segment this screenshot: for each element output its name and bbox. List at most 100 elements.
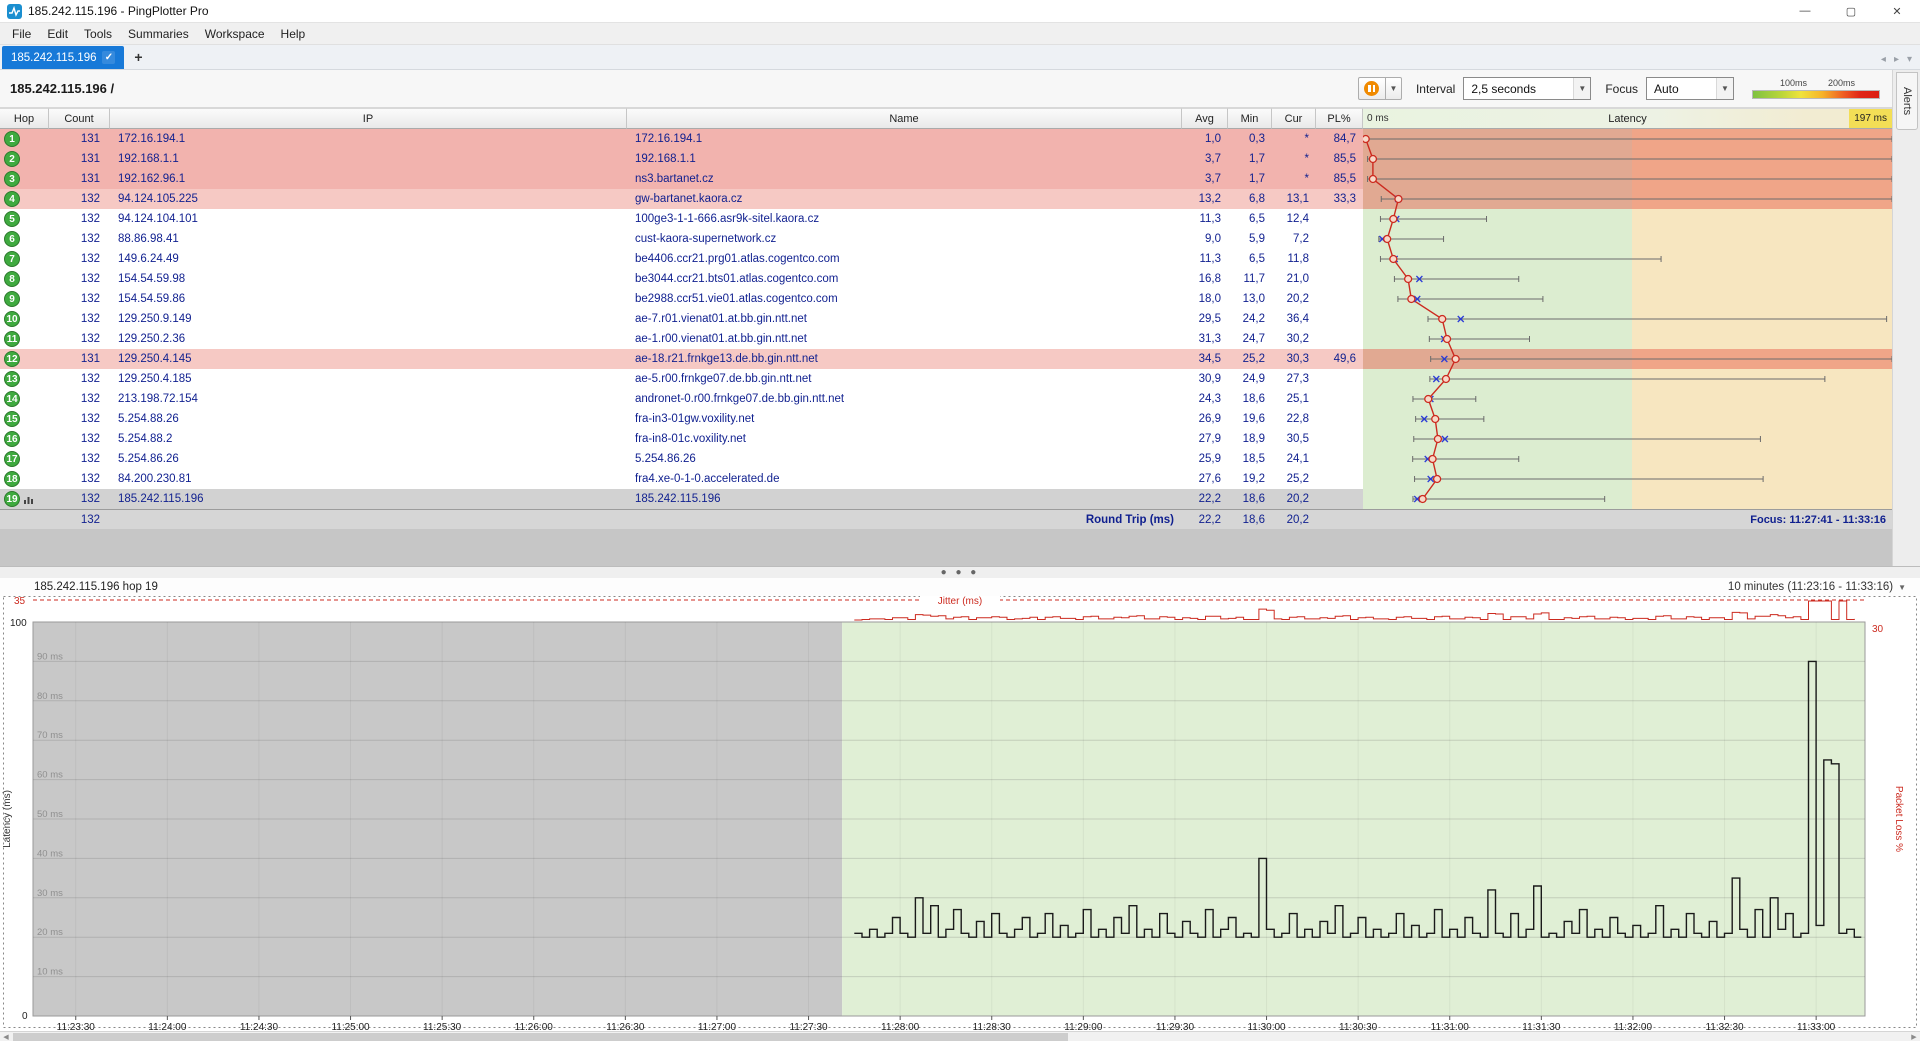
name-cell: ae-7.r01.vienat01.at.bb.gin.ntt.net (627, 309, 1182, 329)
column-pl[interactable]: PL% (1316, 108, 1363, 129)
trace-row-hop-6[interactable]: 613288.86.98.41cust-kaora-supernetwork.c… (0, 229, 1892, 249)
column-count[interactable]: Count (49, 108, 110, 129)
tab-scroll-right-icon[interactable]: ▸ (1894, 54, 1899, 65)
count-cell: 132 (49, 449, 110, 469)
pl-cell: 49,6 (1316, 349, 1363, 369)
maximize-button[interactable]: ▢ (1828, 0, 1874, 23)
trace-row-hop-16[interactable]: 161325.254.88.2fra-in8-01c.voxility.net2… (0, 429, 1892, 449)
trace-table-panel: Hop Count IP Name Avg Min Cur PL% 0 ms L… (0, 108, 1892, 529)
trace-row-hop-15[interactable]: 151325.254.88.26fra-in3-01gw.voxility.ne… (0, 409, 1892, 429)
svg-text:11:25:00: 11:25:00 (331, 1022, 370, 1031)
tab-scroll-left-icon[interactable]: ◂ (1881, 54, 1886, 65)
menu-help[interactable]: Help (273, 24, 314, 44)
menu-tools[interactable]: Tools (76, 24, 120, 44)
avg-cell: 3,7 (1182, 149, 1228, 169)
trace-row-hop-2[interactable]: 2131192.168.1.1192.168.1.13,71,7*85,5 (0, 149, 1892, 169)
hop-number-badge: 19 (4, 491, 20, 507)
menu-file[interactable]: File (4, 24, 39, 44)
app-icon (7, 4, 22, 19)
trace-row-hop-18[interactable]: 1813284.200.230.81fra4.xe-0-1-0.accelera… (0, 469, 1892, 489)
name-cell: be3044.ccr21.bts01.atlas.cogentco.com (627, 269, 1182, 289)
cur-cell: 25,2 (1272, 469, 1316, 489)
trace-row-hop-13[interactable]: 13132129.250.4.185ae-5.r00.frnkge07.de.b… (0, 369, 1892, 389)
trace-row-hop-1[interactable]: 1131172.16.194.1172.16.194.11,00,3*84,7 (0, 129, 1892, 149)
legend-100ms-label: 100ms (1780, 78, 1807, 88)
latency-cell (1363, 429, 1892, 449)
hop-cell: 4 (0, 189, 49, 209)
trace-row-hop-19[interactable]: 19132185.242.115.196185.242.115.19622,21… (0, 489, 1892, 509)
hop-number-badge: 1 (4, 131, 20, 147)
column-cur[interactable]: Cur (1272, 108, 1316, 129)
svg-text:11:24:00: 11:24:00 (148, 1022, 187, 1031)
trace-row-hop-11[interactable]: 11132129.250.2.36ae-1.r00.vienat01.at.bb… (0, 329, 1892, 349)
new-tab-button[interactable]: + (127, 47, 149, 67)
column-avg[interactable]: Avg (1182, 108, 1228, 129)
graph-header: 185.242.115.196 hop 19 10 minutes (11:23… (0, 578, 1920, 596)
trace-row-hop-12[interactable]: 12131129.250.4.145ae-18.r21.frnkge13.de.… (0, 349, 1892, 369)
ip-cell: 129.250.4.185 (110, 369, 627, 389)
trace-row-hop-10[interactable]: 10132129.250.9.149ae-7.r01.vienat01.at.b… (0, 309, 1892, 329)
pause-dropdown-button[interactable]: ▼ (1386, 77, 1402, 100)
horizontal-scrollbar[interactable]: ◀ ▶ (0, 1031, 1920, 1041)
svg-text:40 ms: 40 ms (37, 848, 63, 859)
legend-gradient-bar (1752, 90, 1880, 99)
trace-row-hop-17[interactable]: 171325.254.86.265.254.86.2625,918,524,1 (0, 449, 1892, 469)
scrollbar-thumb[interactable] (13, 1033, 1068, 1041)
hop-cell: 17 (0, 449, 49, 469)
window-controls: — ▢ ✕ (1782, 0, 1920, 23)
min-cell: 18,6 (1228, 489, 1272, 509)
latency-timeline-chart[interactable]: 10 ms20 ms30 ms40 ms50 ms60 ms70 ms80 ms… (0, 596, 1920, 1031)
avg-cell: 26,9 (1182, 409, 1228, 429)
count-cell: 132 (49, 209, 110, 229)
round-trip-summary-row[interactable]: 132 Round Trip (ms) 22,2 18,6 20,2 Focus… (0, 509, 1892, 529)
close-button[interactable]: ✕ (1874, 0, 1920, 23)
panel-splitter[interactable]: ● ● ● (0, 566, 1920, 578)
count-cell: 132 (49, 249, 110, 269)
column-latency: 0 ms Latency 197 ms (1363, 108, 1892, 129)
trace-row-hop-9[interactable]: 9132154.54.59.86be2988.ccr51.vie01.atlas… (0, 289, 1892, 309)
scroll-right-arrow-icon[interactable]: ▶ (1908, 1032, 1920, 1041)
trace-row-hop-8[interactable]: 8132154.54.59.98be3044.ccr21.bts01.atlas… (0, 269, 1892, 289)
count-cell: 132 (49, 329, 110, 349)
menu-summaries[interactable]: Summaries (120, 24, 197, 44)
trace-rows: 1131172.16.194.1172.16.194.11,00,3*84,72… (0, 129, 1892, 509)
pl-cell (1316, 249, 1363, 269)
tab-target[interactable]: 185.242.115.196 ✓ (2, 46, 124, 69)
time-range-select[interactable]: 10 minutes (11:23:16 - 11:33:16) ▼ (1728, 581, 1906, 593)
alerts-side-tab[interactable]: Alerts (1896, 72, 1918, 130)
latency-cell (1363, 209, 1892, 229)
column-min[interactable]: Min (1228, 108, 1272, 129)
avg-cell: 13,2 (1182, 189, 1228, 209)
focus-select[interactable]: Auto ▼ (1646, 77, 1734, 100)
count-cell: 131 (49, 129, 110, 149)
tab-list-dropdown-icon[interactable]: ▾ (1907, 54, 1912, 65)
svg-text:90 ms: 90 ms (37, 651, 63, 662)
scroll-left-arrow-icon[interactable]: ◀ (0, 1032, 12, 1041)
interval-select[interactable]: 2,5 seconds ▼ (1463, 77, 1591, 100)
trace-row-hop-14[interactable]: 14132213.198.72.154andronet-0.r00.frnkge… (0, 389, 1892, 409)
cur-cell: 24,1 (1272, 449, 1316, 469)
min-cell: 18,5 (1228, 449, 1272, 469)
min-cell: 1,7 (1228, 149, 1272, 169)
summary-min: 18,6 (1228, 510, 1272, 529)
ip-cell: 88.86.98.41 (110, 229, 627, 249)
trace-row-hop-3[interactable]: 3131192.162.96.1ns3.bartanet.cz3,71,7*85… (0, 169, 1892, 189)
trace-row-hop-7[interactable]: 7132149.6.24.49be4406.ccr21.prg01.atlas.… (0, 249, 1892, 269)
svg-text:Latency (ms): Latency (ms) (2, 790, 13, 848)
min-cell: 6,5 (1228, 209, 1272, 229)
pause-button[interactable] (1358, 77, 1386, 100)
hop-number-badge: 3 (4, 171, 20, 187)
trace-row-hop-5[interactable]: 513294.124.104.101100ge3-1-1-666.asr9k-s… (0, 209, 1892, 229)
menu-edit[interactable]: Edit (39, 24, 76, 44)
column-ip[interactable]: IP (110, 108, 627, 129)
svg-text:11:25:30: 11:25:30 (423, 1022, 462, 1031)
minimize-button[interactable]: — (1782, 0, 1828, 23)
time-range-value: 10 minutes (11:23:16 - 11:33:16) (1728, 581, 1893, 593)
menu-workspace[interactable]: Workspace (197, 24, 273, 44)
trace-row-hop-4[interactable]: 413294.124.105.225gw-bartanet.kaora.cz13… (0, 189, 1892, 209)
column-name[interactable]: Name (627, 108, 1182, 129)
column-hop[interactable]: Hop (0, 108, 49, 129)
ip-cell: 5.254.88.2 (110, 429, 627, 449)
hop-cell: 18 (0, 469, 49, 489)
latency-scale-max: 197 ms (1849, 109, 1892, 128)
